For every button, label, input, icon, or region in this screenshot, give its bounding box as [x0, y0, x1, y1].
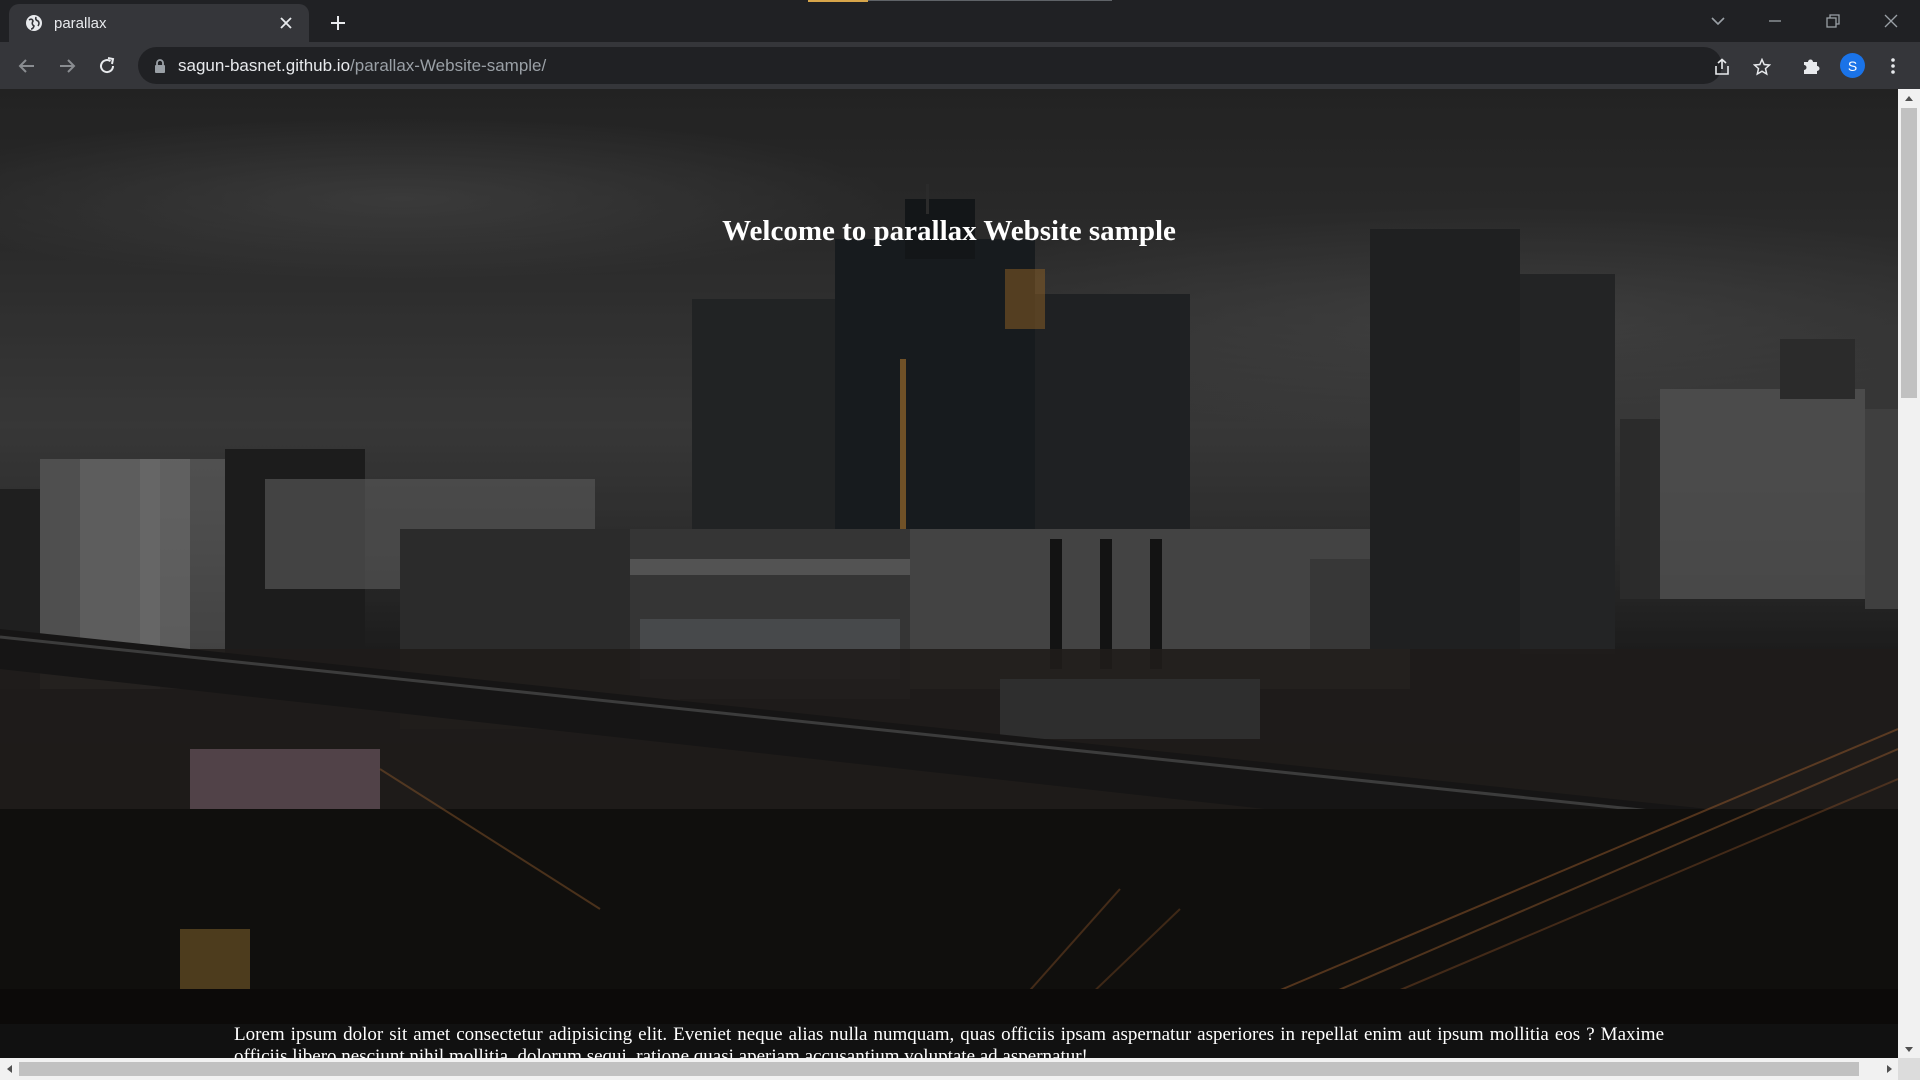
url-text: sagun-basnet.github.io/parallax-Website-… — [178, 56, 546, 76]
tab-search-button[interactable] — [1693, 0, 1743, 42]
loading-track — [868, 0, 1112, 1]
vertical-scrollbar[interactable] — [1898, 89, 1920, 1058]
close-icon — [1884, 14, 1898, 28]
vertical-scroll-thumb[interactable] — [1901, 108, 1917, 398]
horizontal-scrollbar[interactable] — [0, 1058, 1898, 1080]
kebab-menu-icon — [1891, 58, 1895, 74]
scroll-down-icon[interactable] — [1898, 1041, 1920, 1058]
body-paragraph: Lorem ipsum dolor sit amet consectetur a… — [234, 1024, 1664, 1058]
browser-tab[interactable]: parallax — [9, 4, 309, 42]
new-tab-button[interactable] — [323, 8, 353, 38]
puzzle-icon — [1804, 59, 1820, 74]
arrow-right-icon — [60, 59, 76, 73]
forward-button[interactable] — [51, 50, 83, 82]
globe-icon — [24, 13, 44, 33]
arrow-left-icon — [18, 59, 34, 73]
close-tab-icon[interactable] — [275, 12, 297, 34]
share-icon[interactable] — [1710, 55, 1734, 79]
lock-icon[interactable] — [152, 58, 168, 74]
scroll-right-icon[interactable] — [1881, 1058, 1898, 1080]
scrollbar-corner — [1898, 1058, 1920, 1080]
tab-strip: parallax — [0, 0, 1920, 42]
minimize-button[interactable] — [1750, 0, 1800, 42]
tab-title: parallax — [54, 14, 107, 32]
scroll-up-icon[interactable] — [1898, 89, 1920, 106]
url-path: /parallax-Website-sample/ — [350, 55, 547, 75]
menu-button[interactable] — [1877, 50, 1909, 82]
profile-avatar[interactable]: S — [1840, 53, 1865, 78]
chevron-down-icon — [1711, 17, 1725, 26]
extensions-button[interactable] — [1795, 50, 1827, 82]
plus-icon — [331, 16, 345, 30]
minimize-icon — [1769, 20, 1781, 22]
bookmark-star-icon[interactable] — [1750, 55, 1774, 79]
url-host: sagun-basnet.github.io — [178, 55, 351, 75]
reload-button[interactable] — [91, 50, 123, 82]
hero-title: Welcome to parallax Website sample — [722, 215, 1176, 247]
back-button[interactable] — [11, 50, 43, 82]
scroll-left-icon[interactable] — [0, 1058, 17, 1080]
restore-icon — [1826, 14, 1840, 28]
address-bar[interactable]: sagun-basnet.github.io/parallax-Website-… — [138, 47, 1771, 84]
close-window-button[interactable] — [1866, 0, 1916, 42]
browser-toolbar: sagun-basnet.github.io/parallax-Website-… — [0, 42, 1920, 89]
restore-button[interactable] — [1808, 0, 1858, 42]
hero-background-image: Welcome to parallax Website sample — [0, 89, 1898, 1024]
reload-icon — [100, 57, 115, 74]
page-viewport: Welcome to parallax Website sample Lorem… — [0, 89, 1898, 1058]
loading-indicator — [808, 0, 868, 2]
horizontal-scroll-thumb[interactable] — [19, 1062, 1859, 1076]
